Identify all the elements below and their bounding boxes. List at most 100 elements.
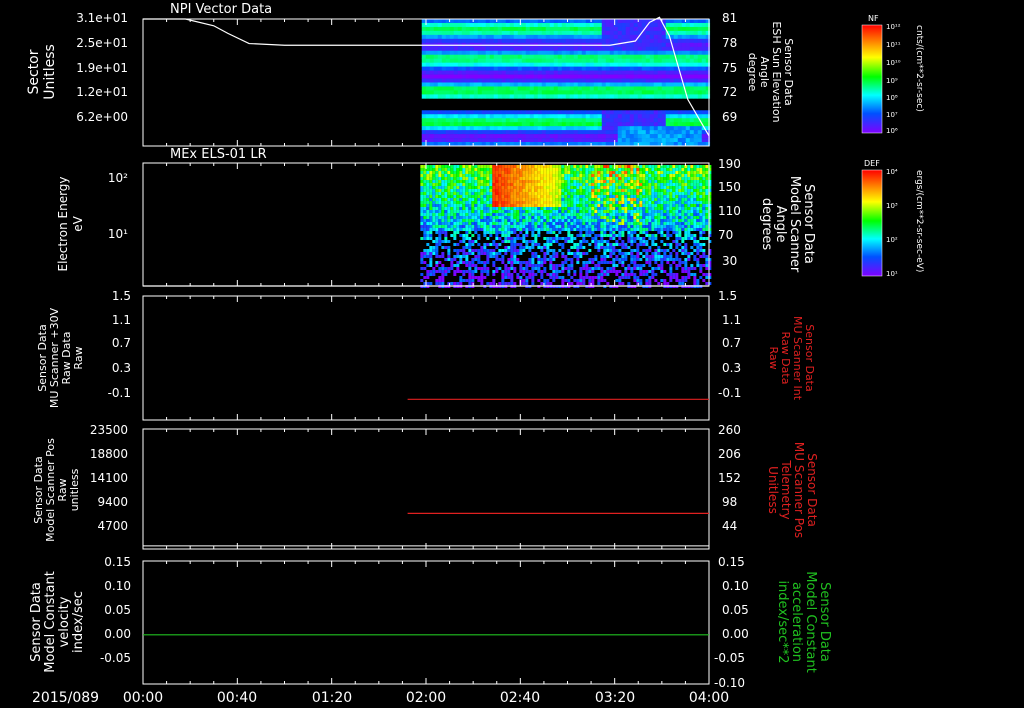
heatmap-cell	[570, 201, 574, 204]
heatmap-cell	[657, 168, 661, 171]
heatmap-cell	[435, 168, 439, 171]
heatmap-cell	[537, 126, 543, 131]
heatmap-cell	[497, 110, 503, 115]
heatmap-cell	[486, 222, 490, 225]
heatmap-cell	[505, 22, 511, 28]
heatmap-cell	[561, 243, 565, 246]
heatmap-cell	[522, 225, 526, 228]
heatmap-cell	[525, 225, 529, 228]
heatmap-cell	[525, 110, 531, 115]
heatmap-cell	[432, 204, 436, 207]
heatmap-cell	[521, 74, 527, 79]
heatmap-cell	[457, 114, 463, 119]
heatmap-cell	[529, 66, 535, 71]
heatmap-cell	[624, 186, 628, 189]
heatmap-cell	[657, 246, 661, 249]
heatmap-cell	[613, 34, 619, 40]
heatmap-cell	[421, 114, 427, 119]
heatmap-cell	[546, 186, 550, 189]
heatmap-cell	[432, 270, 436, 273]
heatmap-cell	[449, 30, 455, 36]
heatmap-cell	[561, 213, 565, 216]
heatmap-cell	[501, 90, 507, 95]
heatmap-cell	[639, 213, 643, 216]
heatmap-cell	[576, 219, 580, 222]
heatmap-cell	[426, 168, 430, 171]
heatmap-cell	[648, 270, 652, 273]
heatmap-cell	[603, 234, 607, 237]
heatmap-cell	[605, 138, 611, 143]
heatmap-cell	[437, 62, 443, 67]
heatmap-cell	[541, 94, 547, 99]
heatmap-cell	[576, 198, 580, 201]
heatmap-cell	[504, 165, 508, 168]
heatmap-cell	[425, 134, 431, 139]
heatmap-cell	[519, 213, 523, 216]
heatmap-cell	[645, 222, 649, 225]
heatmap-cell	[537, 216, 541, 219]
heatmap-cell	[533, 118, 539, 123]
heatmap-cell	[565, 114, 571, 119]
heatmap-cell	[579, 168, 583, 171]
heatmap-cell	[531, 165, 535, 168]
heatmap-cell	[653, 46, 659, 52]
heatmap-cell	[545, 78, 551, 83]
heatmap-cell	[637, 66, 643, 71]
heatmap-cell	[462, 165, 466, 168]
heatmap-cell	[489, 46, 495, 52]
heatmap-cell	[565, 138, 571, 143]
heatmap-cell	[642, 168, 646, 171]
heatmap-cell	[633, 50, 639, 56]
heatmap-cell	[507, 195, 511, 198]
heatmap-cell	[600, 189, 604, 192]
heatmap-cell	[497, 30, 503, 36]
heatmap-cell	[606, 282, 610, 285]
heatmap-cell	[593, 138, 599, 143]
heatmap-cell	[648, 228, 652, 231]
heatmap-cell	[600, 246, 604, 249]
heatmap-cell	[489, 138, 495, 143]
heatmap-cell	[685, 34, 691, 40]
heatmap-cell	[561, 34, 567, 40]
heatmap-cell	[528, 240, 532, 243]
heatmap-cell	[438, 279, 442, 282]
heatmap-cell	[657, 70, 663, 75]
heatmap-cell	[420, 177, 424, 180]
heatmap-cell	[453, 198, 457, 201]
heatmap-cell	[629, 70, 635, 75]
heatmap-cell	[435, 216, 439, 219]
heatmap-cell	[597, 174, 601, 177]
heatmap-cell	[553, 114, 559, 119]
heatmap-cell	[549, 126, 555, 131]
heatmap-cell	[450, 171, 454, 174]
heatmap-cell	[649, 62, 655, 67]
heatmap-cell	[567, 216, 571, 219]
heatmap-cell	[461, 74, 467, 79]
heatmap-cell	[594, 234, 598, 237]
heatmap-cell	[625, 74, 631, 79]
heatmap-cell	[642, 273, 646, 276]
heatmap-cell	[697, 58, 703, 63]
heatmap-cell	[685, 134, 691, 139]
heatmap-cell	[576, 186, 580, 189]
heatmap-cell	[449, 22, 455, 28]
heatmap-cell	[593, 19, 599, 24]
heatmap-cell	[522, 237, 526, 240]
heatmap-cell	[639, 201, 643, 204]
heatmap-cell	[521, 34, 527, 40]
heatmap-cell	[465, 195, 469, 198]
heatmap-cell	[597, 66, 603, 71]
heatmap-cell	[565, 134, 571, 139]
heatmap-cell	[621, 207, 625, 210]
heatmap-cell	[597, 38, 603, 44]
heatmap-cell	[505, 30, 511, 36]
heatmap-cell	[444, 177, 448, 180]
heatmap-cell	[420, 279, 424, 282]
heatmap-cell	[426, 192, 430, 195]
heatmap-cell	[555, 252, 559, 255]
heatmap-cell	[447, 270, 451, 273]
heatmap-cell	[569, 134, 575, 139]
heatmap-cell	[522, 192, 526, 195]
heatmap-cell	[516, 273, 520, 276]
heatmap-cell	[576, 279, 580, 282]
